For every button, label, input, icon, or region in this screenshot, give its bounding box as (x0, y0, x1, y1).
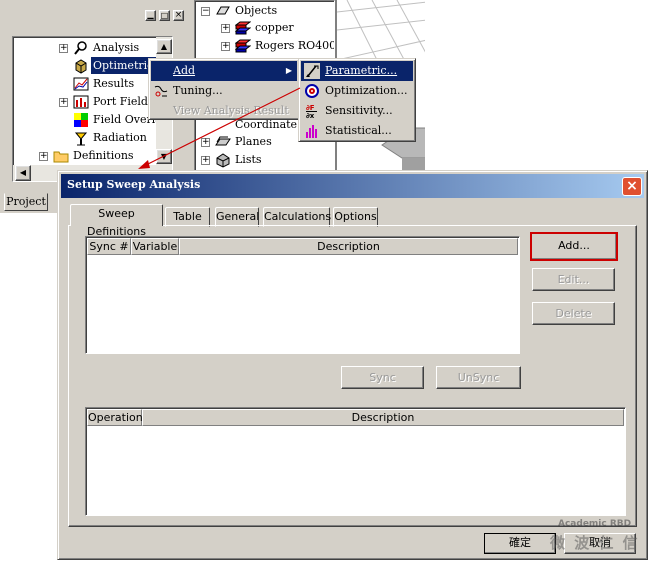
tab-page-sweep-definitions: Sync # Variable Description Add... Edit.… (68, 225, 637, 527)
tab-general-label: General (216, 210, 260, 223)
column-header-variable-label: Variable (132, 240, 178, 253)
dialog-title: Setup Sweep Analysis (67, 178, 201, 191)
edit-button[interactable]: Edit... (532, 268, 615, 291)
add-button-label: Add... (558, 239, 590, 252)
sync-button[interactable]: Sync (341, 366, 424, 389)
tab-general[interactable]: General (215, 207, 259, 227)
column-header-description[interactable]: Description (179, 238, 518, 255)
dialog-title-bar[interactable]: Setup Sweep Analysis × (61, 174, 644, 198)
tab-table[interactable]: Table (165, 207, 210, 227)
edit-button-label: Edit... (557, 273, 590, 286)
column-header-description-label: Description (317, 240, 380, 253)
setup-sweep-dialog: Setup Sweep Analysis × Sweep Definitions… (57, 170, 648, 560)
delete-button-label: Delete (555, 307, 592, 320)
unsync-button[interactable]: UnSync (436, 366, 521, 389)
tab-options[interactable]: Options (333, 207, 378, 227)
delete-button[interactable]: Delete (532, 302, 615, 325)
unsync-button-label: UnSync (457, 371, 500, 384)
column-header-sync-label: Sync # (89, 240, 129, 253)
dialog-close-icon[interactable]: × (622, 177, 642, 196)
cancel-button-label: 取消 (589, 536, 611, 549)
sync-button-label: Sync (369, 371, 396, 384)
tab-calculations-label: Calculations (264, 210, 332, 223)
tab-sweep-definitions[interactable]: Sweep Definitions (70, 204, 163, 238)
operation-list[interactable]: Operation Description (85, 407, 626, 516)
ok-button[interactable]: 確定 (484, 533, 556, 554)
column-header-operation-label: Operation (88, 411, 143, 424)
tab-calculations[interactable]: Calculations (263, 207, 332, 227)
tab-sweep-definitions-label: Sweep Definitions (87, 207, 146, 238)
tab-options-label: Options (334, 210, 377, 223)
column-header-operation-description[interactable]: Description (142, 409, 624, 426)
ok-button-label: 確定 (509, 536, 531, 549)
column-header-operation[interactable]: Operation (87, 409, 143, 426)
column-header-operation-description-label: Description (351, 411, 415, 424)
tab-table-label: Table (173, 210, 202, 223)
add-button[interactable]: Add... (530, 232, 618, 261)
cancel-button[interactable]: 取消 (564, 533, 636, 554)
sweep-definitions-list[interactable]: Sync # Variable Description (85, 236, 520, 354)
